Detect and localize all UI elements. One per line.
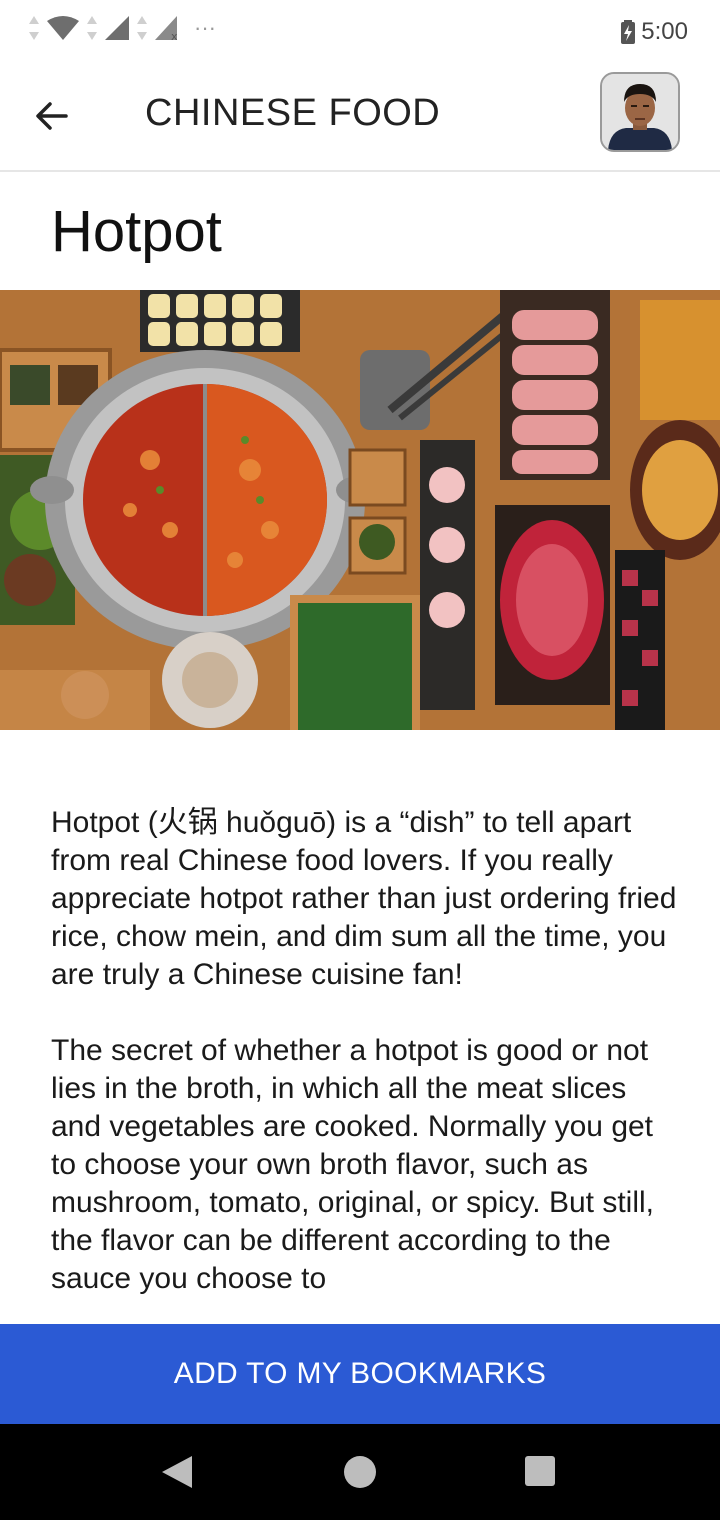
data-arrows-icon [87, 16, 97, 40]
hotpot-image-icon [0, 290, 720, 730]
status-bar: x ··· 5:00 [0, 0, 720, 64]
data-arrows-icon [29, 16, 39, 40]
svg-text:x: x [171, 30, 178, 41]
status-icons-left: x ··· [28, 14, 216, 42]
article-paragraph: The secret of whether a hotpot is good o… [51, 1034, 654, 1295]
article-paragraph: Hotpot (火锅 huǒguō) is a “dish” to tell a… [51, 806, 677, 991]
clock: 5:00 [641, 18, 688, 45]
battery-charging-icon [621, 20, 636, 44]
nav-home-icon[interactable] [344, 1456, 376, 1488]
hotpot-spread-photo [0, 290, 720, 730]
app-title: CHINESE FOOD [145, 92, 441, 134]
more-dots-icon: ··· [194, 15, 216, 40]
arrow-left-icon [36, 102, 68, 130]
data-arrows-icon [137, 16, 147, 40]
status-icons-right: 5:00 [621, 18, 688, 46]
back-button[interactable] [30, 94, 74, 138]
system-nav-bar [0, 1424, 720, 1520]
article-content[interactable]: Hotpot Hotpot (火锅 huǒguō) is a “dish” to… [0, 172, 720, 1324]
person-photo-icon [602, 74, 678, 150]
user-avatar[interactable] [600, 72, 680, 152]
nav-recents-icon[interactable] [525, 1456, 555, 1486]
wifi-icon [47, 16, 79, 40]
signal-icon [105, 16, 129, 40]
add-to-bookmarks-button[interactable]: ADD TO MY BOOKMARKS [0, 1324, 720, 1424]
page-title: Hotpot [51, 199, 222, 264]
nav-back-icon[interactable] [160, 1454, 194, 1490]
signal-no-service-icon: x [155, 16, 178, 41]
article-body: Hotpot (火锅 huǒguō) is a “dish” to tell a… [51, 804, 681, 1324]
app-bar: CHINESE FOOD [0, 64, 720, 172]
